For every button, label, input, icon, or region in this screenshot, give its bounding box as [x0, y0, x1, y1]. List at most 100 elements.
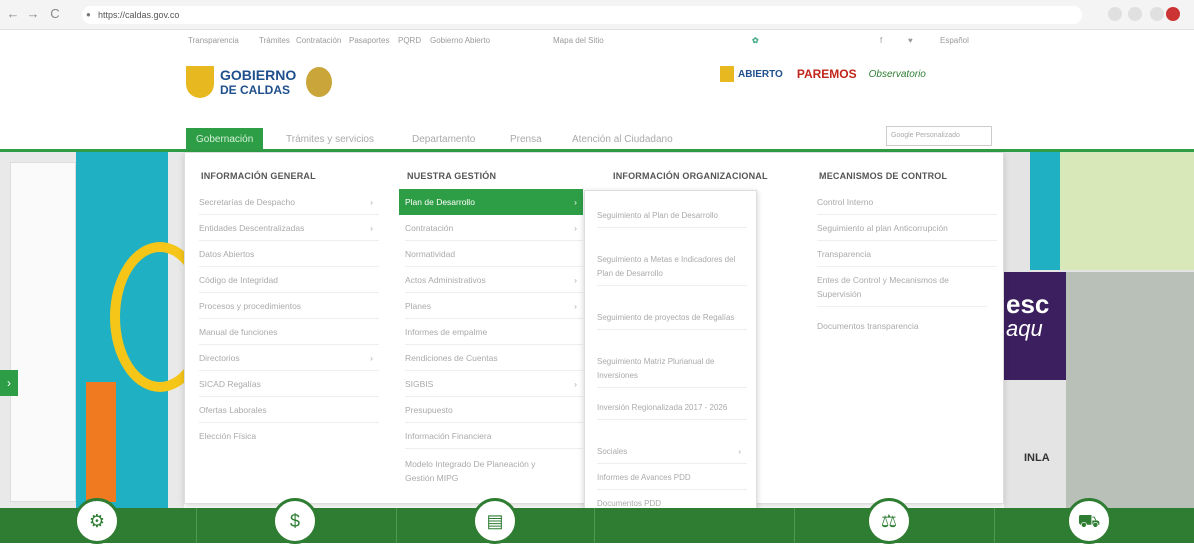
url-text: https://caldas.gov.co: [98, 10, 180, 20]
figure-graphic: [86, 382, 116, 502]
menu-item[interactable]: Elección Física: [199, 423, 379, 449]
menu-item[interactable]: Manual de funciones: [199, 319, 379, 345]
search-input[interactable]: Google Personalizado: [886, 126, 992, 146]
menu-item[interactable]: Directorios ›: [199, 345, 379, 371]
carousel-prev-button[interactable]: ›: [0, 370, 18, 396]
menu-item[interactable]: Transparencia: [817, 241, 997, 267]
banner-cyan-strip: [1030, 152, 1060, 270]
gavel-icon[interactable]: ⚖: [866, 498, 912, 544]
lock-icon: ●: [86, 10, 91, 19]
divider: [196, 508, 197, 543]
plan-desarrollo-submenu: Seguimiento al Plan de Desarrollo Seguim…: [584, 190, 757, 522]
submenu-item[interactable]: Seguimiento Matriz Plurianual de Inversi…: [597, 355, 747, 388]
util-link[interactable]: Gobierno Abierto: [430, 36, 490, 45]
car-icon[interactable]: ⚙: [74, 498, 120, 544]
banner-right: esc aqu INLA: [1004, 152, 1194, 508]
twitter-icon[interactable]: ♥: [908, 36, 913, 45]
document-icon[interactable]: ▤: [472, 498, 518, 544]
submenu-item[interactable]: Informes de Avances PDD: [597, 471, 747, 490]
menu-item[interactable]: Control Interno: [817, 189, 997, 215]
menu-item[interactable]: SICAD Regalías: [199, 371, 379, 397]
menu-item[interactable]: Entidades Descentralizadas ›: [199, 215, 379, 241]
forward-icon[interactable]: →: [26, 7, 40, 21]
chevron-right-icon: ›: [370, 223, 373, 233]
util-link[interactable]: Transparencia: [188, 36, 239, 45]
util-link[interactable]: Mapa del Sitio: [553, 36, 604, 45]
purple-banner: esc aqu: [1004, 272, 1066, 380]
gobierno-caldas-logo[interactable]: GOBIERNO DE CALDAS: [186, 66, 333, 98]
menu-item[interactable]: Normatividad: [405, 241, 583, 267]
site-header: GOBIERNO DE CALDAS ABIERTO PAREMOS Obser…: [0, 52, 1194, 122]
vehicle-icon[interactable]: ⛟: [1066, 498, 1112, 544]
chevron-right-icon: ›: [574, 197, 577, 207]
chevron-right-icon: ›: [370, 353, 373, 363]
menu-item[interactable]: Procesos y procedimientos: [199, 293, 379, 319]
chevron-right-icon: ›: [574, 301, 577, 311]
profile-avatar[interactable]: [1166, 7, 1180, 21]
menu-item-plan-de-desarrollo[interactable]: Plan de Desarrollo ›: [399, 189, 583, 215]
back-icon[interactable]: ←: [6, 7, 20, 21]
submenu-item[interactable]: Seguimiento a Metas e Indicadores del Pl…: [597, 253, 747, 286]
divider: [994, 508, 995, 543]
bookmark-icon[interactable]: [1128, 7, 1142, 21]
observatorio-logo[interactable]: Observatorio: [869, 69, 926, 80]
menu-item[interactable]: Secretarías de Despacho ›: [199, 189, 379, 215]
menu-item[interactable]: Rendiciones de Cuentas: [405, 345, 583, 371]
nav-item-gobernacion[interactable]: Gobernación: [186, 128, 264, 152]
browser-toolbar: ← → C ● https://caldas.gov.co: [0, 0, 1194, 30]
menu-item[interactable]: Contratación ›: [405, 215, 583, 241]
menu-item[interactable]: Ofertas Laborales: [199, 397, 379, 423]
col-heading-informacion-organizacional: INFORMACIÓN ORGANIZACIONAL: [613, 171, 768, 181]
coat-of-arms-icon: [306, 67, 333, 97]
nav-item-atencion[interactable]: Atención al Ciudadano: [572, 128, 673, 152]
language-select[interactable]: Español: [940, 36, 969, 45]
divider: [396, 508, 397, 543]
menu-item[interactable]: Modelo Integrado De Planeación y Gestión…: [405, 451, 565, 491]
menu-item[interactable]: Planes ›: [405, 293, 583, 319]
quick-access-bar: ⚙ $ ▤ ⚖ ⛟: [0, 498, 1194, 544]
menu-item[interactable]: Informes de empalme: [405, 319, 583, 345]
gobierno-abierto-logo[interactable]: ABIERTO: [738, 69, 783, 80]
chevron-right-icon: ›: [574, 223, 577, 233]
menu-item[interactable]: Actos Administrativos ›: [405, 267, 583, 293]
money-icon[interactable]: $: [272, 498, 318, 544]
extension-icon-2[interactable]: [1150, 7, 1164, 21]
submenu-item[interactable]: Inversión Regionalizada 2017 - 2026: [597, 401, 747, 420]
menu-item[interactable]: Documentos transparencia: [817, 313, 997, 339]
nav-item-prensa[interactable]: Prensa: [510, 128, 542, 152]
chevron-right-icon: ›: [370, 197, 373, 207]
menu-item[interactable]: Información Financiera: [405, 423, 583, 449]
menu-item[interactable]: Datos Abiertos: [199, 241, 379, 267]
logo-subtitle: DE CALDAS: [220, 83, 291, 97]
address-bar[interactable]: ● https://caldas.gov.co: [82, 6, 1082, 24]
partner-shield-icon: [720, 66, 734, 82]
submenu-item[interactable]: Seguimiento al Plan de Desarrollo: [597, 209, 747, 228]
banner-text-1: esc: [1006, 289, 1050, 319]
extension-icon[interactable]: [1108, 7, 1122, 21]
menu-item[interactable]: Seguimiento al plan Anticorrupción: [817, 215, 997, 241]
reload-icon[interactable]: C: [48, 7, 62, 21]
paremos-logo[interactable]: PAREMOS: [797, 67, 857, 81]
col-heading-nuestra-gestion: NUESTRA GESTIÓN: [407, 171, 497, 181]
menu-item[interactable]: Entes de Control y Mecanismos de Supervi…: [817, 267, 987, 307]
banner-text-2: aqu: [1006, 316, 1043, 341]
shield-icon: [186, 66, 214, 98]
nav-item-departamento[interactable]: Departamento: [412, 128, 475, 152]
util-link[interactable]: PQRD: [398, 36, 421, 45]
util-link[interactable]: Contratación: [296, 36, 341, 45]
submenu-item[interactable]: Seguimiento de proyectos de Regalías: [597, 311, 747, 330]
chevron-right-icon: ›: [574, 379, 577, 389]
submenu-item[interactable]: Sociales ›: [597, 445, 747, 464]
chevron-right-icon: ›: [574, 275, 577, 285]
facebook-icon[interactable]: f: [880, 36, 882, 45]
nav-item-tramites[interactable]: Trámites y servicios: [286, 128, 374, 152]
main-nav: Gobernación Trámites y servicios Departa…: [0, 122, 1194, 152]
util-link[interactable]: Pasaportes: [349, 36, 389, 45]
menu-item[interactable]: SIGBIS ›: [405, 371, 583, 397]
menu-item[interactable]: Presupuesto: [405, 397, 583, 423]
partner-logos: ABIERTO PAREMOS Observatorio: [720, 66, 926, 82]
logo-title: GOBIERNO: [220, 67, 297, 83]
menu-item[interactable]: Código de Integridad: [199, 267, 379, 293]
banner-label: INLA: [1024, 452, 1050, 464]
util-link[interactable]: Trámites: [259, 36, 290, 45]
